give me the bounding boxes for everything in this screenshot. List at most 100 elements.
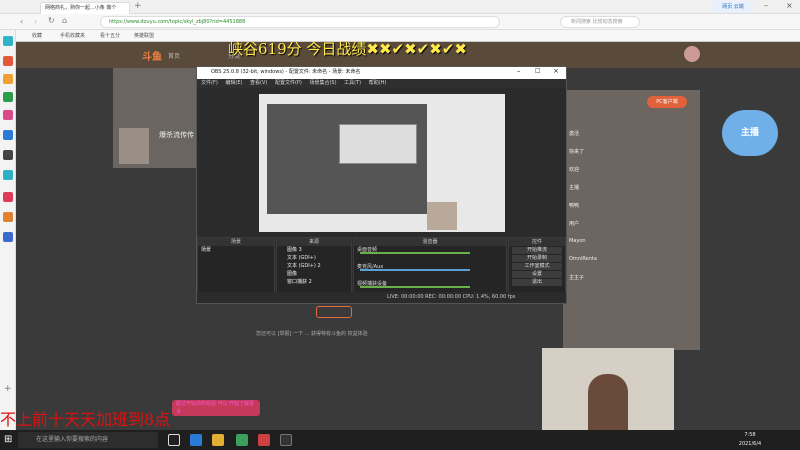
- sidebar-app-icon[interactable]: [3, 56, 13, 66]
- mixer-track: 麦克风/Aux: [357, 264, 384, 270]
- follow-button[interactable]: [316, 306, 352, 318]
- obs-titlebar: OBS 25.0.8 (32-bit, windows) - 配置文件: 未命名…: [197, 67, 566, 79]
- sidebar-app-icon[interactable]: [3, 36, 13, 46]
- clock-time: 7:58: [744, 432, 756, 438]
- back-icon[interactable]: ‹: [20, 17, 23, 26]
- settings-button[interactable]: 设置: [512, 271, 562, 278]
- app-icon-red[interactable]: [258, 434, 270, 446]
- chat-item: Mayon: [569, 238, 586, 244]
- minimize-icon[interactable]: –: [764, 1, 768, 10]
- browser-address-bar: ‹ › ↻ ⌂ https://www.douyu.com/topic/skyl…: [0, 14, 800, 30]
- sidebar-app-icon[interactable]: [3, 192, 13, 202]
- chat-item: 欢迎: [569, 167, 580, 173]
- obs-maximize-icon[interactable]: □: [535, 67, 541, 74]
- obs-menu-tools[interactable]: 工具(T): [344, 80, 361, 86]
- taskbar-search-input[interactable]: 在这里输入你要搜索的内容: [18, 432, 158, 448]
- new-tab-icon[interactable]: +: [134, 1, 142, 11]
- taskbar-clock[interactable]: 7:58 2021/6/4: [730, 431, 770, 449]
- chat-item: OmniRenta: [569, 256, 597, 262]
- start-recording-button[interactable]: 开始录制: [512, 255, 562, 262]
- url-text: https://www.douyu.com/topic/skyl_zbj80?r…: [109, 19, 246, 25]
- obs-minimize-icon[interactable]: –: [517, 67, 521, 75]
- webcam-overlay: [542, 348, 674, 430]
- source-item[interactable]: 文本 (GDI+) 2: [277, 262, 351, 270]
- mixer-volume-slider[interactable]: [360, 269, 470, 271]
- obs-close-icon[interactable]: ×: [553, 67, 559, 75]
- obs-statusbar: LIVE: 00:00:00 REC: 00:00:00 CPU: 1.4%, …: [197, 292, 566, 303]
- top-banner-text: 峡谷619分 今日战绩✖✖✔✖✔✖✔✖: [228, 40, 467, 58]
- browser-app-icon[interactable]: [236, 434, 248, 446]
- source-item[interactable]: 文本 (GDI+): [277, 254, 351, 262]
- obs-menu-file[interactable]: 文件(F): [201, 80, 218, 86]
- douyu-left-panel: 爆杀流传传: [113, 68, 198, 168]
- close-icon[interactable]: ×: [786, 1, 793, 10]
- source-item[interactable]: 图像: [277, 270, 351, 278]
- chat-item: 快来了: [569, 149, 585, 155]
- home-icon[interactable]: ⌂: [62, 16, 67, 25]
- mixer-volume-slider[interactable]: [360, 252, 470, 254]
- studio-mode-button[interactable]: 工作室模式: [512, 263, 562, 270]
- start-streaming-button[interactable]: 开始推流: [512, 247, 562, 254]
- browser-profile-button[interactable]: 网页 云端: [712, 1, 754, 13]
- bookmark-item[interactable]: 英雄联盟: [134, 32, 154, 39]
- clock-date: 2021/6/4: [738, 441, 762, 447]
- browser-tab[interactable]: 网络商礼，熟你一起...小条 做个: [40, 2, 130, 14]
- sidebar-app-icon[interactable]: [3, 150, 13, 160]
- sidebar-add-icon[interactable]: +: [4, 384, 12, 394]
- preview-inner-window: [339, 124, 417, 164]
- douyu-logo[interactable]: 斗鱼: [142, 48, 162, 63]
- report-note: 您还可以 [举报] 一下 ... 获得特有斗鱼的 权益体验: [256, 331, 368, 337]
- streamer-name[interactable]: 爆杀流传传: [159, 130, 194, 140]
- sidebar-app-icon[interactable]: [3, 212, 13, 222]
- explorer-icon[interactable]: [212, 434, 224, 446]
- scenes-dock: 场景 场景: [197, 237, 275, 299]
- chat-item: 主播: [569, 185, 580, 191]
- sources-dock-title: 来源: [277, 238, 351, 246]
- refresh-icon[interactable]: ↻: [48, 16, 55, 25]
- browser-search-input[interactable]: 新闻搜索 比较动态搜索: [560, 16, 640, 28]
- user-avatar[interactable]: [684, 46, 700, 62]
- sidebar-app-icon[interactable]: [3, 170, 13, 180]
- sidebar-app-icon[interactable]: [3, 92, 13, 102]
- controls-dock-title: 控件: [509, 238, 565, 246]
- obs-menu-scenecollection[interactable]: 场景集合(S): [309, 80, 336, 86]
- taskview-icon[interactable]: [168, 434, 180, 446]
- forward-icon[interactable]: ›: [34, 17, 37, 26]
- obs-menu-profile[interactable]: 配置文件(P): [275, 80, 302, 86]
- bottom-banner-text: 不上前十天天加班到8点: [0, 410, 171, 429]
- sidebar-app-icon[interactable]: [3, 110, 13, 120]
- obs-menu-view[interactable]: 查看(V): [250, 80, 267, 86]
- pc-client-button[interactable]: PC客户端: [647, 96, 687, 108]
- mixer-volume-slider[interactable]: [360, 286, 470, 288]
- browser-search-placeholder: 新闻搜索 比较动态搜索: [571, 19, 623, 25]
- source-item[interactable]: 窗口捕获 2: [277, 278, 351, 286]
- obs-menu-edit[interactable]: 编辑(E): [225, 80, 242, 86]
- windows-start-icon[interactable]: ⊞: [4, 434, 12, 445]
- bookmark-item[interactable]: 看十五分: [100, 32, 120, 39]
- mixer-dock-title: 混音器: [354, 238, 506, 246]
- scene-item[interactable]: 场景: [198, 246, 274, 254]
- browser-sidebar: +: [0, 30, 16, 430]
- obs-menu-help[interactable]: 帮助(H): [369, 80, 387, 86]
- webcam-person: [588, 374, 628, 430]
- sidebar-app-icon[interactable]: [3, 74, 13, 84]
- nav-home[interactable]: 首页: [168, 51, 180, 60]
- chat-item: 激活: [569, 131, 580, 137]
- obs-menubar: 文件(F) 编辑(E) 查看(V) 配置文件(P) 场景集合(S) 工具(T) …: [197, 79, 566, 88]
- mixer-dock: 混音器 桌面音频 麦克风/Aux 视频捕获设备: [353, 237, 507, 299]
- bookmark-item[interactable]: 手机收藏夹: [60, 32, 85, 39]
- bookmark-item[interactable]: 收藏: [32, 32, 42, 39]
- obs-window: OBS 25.0.8 (32-bit, windows) - 配置文件: 未命名…: [196, 66, 567, 304]
- controls-dock: 控件 开始推流 开始录制 工作室模式 设置 退出: [508, 237, 566, 299]
- exit-button[interactable]: 退出: [512, 279, 562, 286]
- obs-app-icon[interactable]: [280, 434, 292, 446]
- sidebar-app-icon[interactable]: [3, 232, 13, 242]
- chat-item: 用户: [569, 221, 580, 227]
- edge-icon[interactable]: [190, 434, 202, 446]
- sidebar-app-icon[interactable]: [3, 130, 13, 140]
- sources-dock: 来源 图像 3 文本 (GDI+) 文本 (GDI+) 2 图像 窗口捕获 2: [276, 237, 352, 299]
- obs-preview[interactable]: [259, 94, 505, 232]
- source-item[interactable]: 图像 3: [277, 246, 351, 254]
- url-field[interactable]: https://www.douyu.com/topic/skyl_zbj80?r…: [100, 16, 500, 28]
- douyu-chat-panel: PC客户端 激活 快来了 欢迎 主播 鸭鸭 用户 Mayon OmniRenta…: [563, 90, 700, 350]
